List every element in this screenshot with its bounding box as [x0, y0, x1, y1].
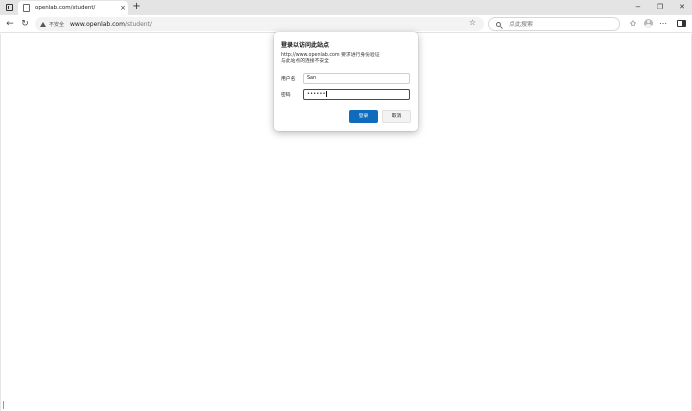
username-value: San [307, 76, 317, 81]
username-field[interactable]: San [303, 73, 410, 84]
username-row: 用户名 San [281, 73, 410, 84]
url-path: /student/ [124, 20, 152, 28]
security-indicator[interactable]: 不安全 [40, 21, 64, 28]
more-options-button[interactable]: ⋯ [657, 18, 669, 30]
tab-strip: openlab.com/student/ × + − ❐ ✕ [0, 0, 692, 15]
dialog-title: 登录以访问此站点 [281, 42, 330, 49]
cancel-button[interactable]: 取消 [382, 110, 411, 123]
password-row: 密码 •••••• [281, 89, 410, 100]
password-field[interactable]: •••••• [303, 89, 410, 100]
tab-title: openlab.com/student/ [35, 5, 96, 11]
sign-in-dialog: 登录以访问此站点 http://www.openlab.com 要求进行身份验证… [274, 32, 418, 131]
favorite-star-icon[interactable]: ☆ [469, 18, 476, 27]
dialog-message: http://www.openlab.com 要求进行身份验证 与此站点的连接不… [281, 53, 380, 64]
search-icon [496, 21, 501, 27]
restore-button[interactable]: ❐ [653, 2, 667, 13]
password-value: •••••• [307, 92, 326, 97]
browser-toolbar: ← ↻ 不安全 www.openlab.com/student/ ☆ ✩ ⋯ [0, 15, 692, 33]
search-box[interactable] [488, 17, 620, 31]
back-button[interactable]: ← [4, 18, 16, 30]
reload-button[interactable]: ↻ [19, 18, 31, 30]
tab-close-icon[interactable]: × [118, 3, 128, 13]
page-favicon-icon [23, 4, 30, 12]
tab-actions-icon [6, 4, 13, 11]
url-host: www.openlab.com [70, 20, 125, 28]
text-caret [325, 90, 327, 97]
security-label: 不安全 [49, 21, 65, 28]
tab-active[interactable]: openlab.com/student/ × [18, 1, 128, 15]
address-bar[interactable]: 不安全 www.openlab.com/student/ ☆ [35, 17, 484, 31]
password-label: 密码 [281, 93, 291, 98]
close-window-button[interactable]: ✕ [675, 2, 689, 13]
scroll-corner [3, 401, 5, 409]
favorites-button[interactable]: ✩ [627, 18, 639, 30]
new-tab-button[interactable]: + [131, 1, 142, 13]
avatar [643, 19, 653, 28]
tab-actions-menu-button[interactable] [4, 2, 15, 13]
search-input[interactable] [509, 20, 609, 28]
username-label: 用户名 [281, 77, 296, 82]
minimize-button[interactable]: − [631, 2, 645, 13]
sidebar-icon [676, 20, 686, 27]
sidebar-toggle-button[interactable] [675, 18, 687, 30]
profile-button[interactable] [642, 18, 654, 30]
login-button[interactable]: 登录 [349, 110, 378, 123]
warning-icon [40, 21, 46, 27]
